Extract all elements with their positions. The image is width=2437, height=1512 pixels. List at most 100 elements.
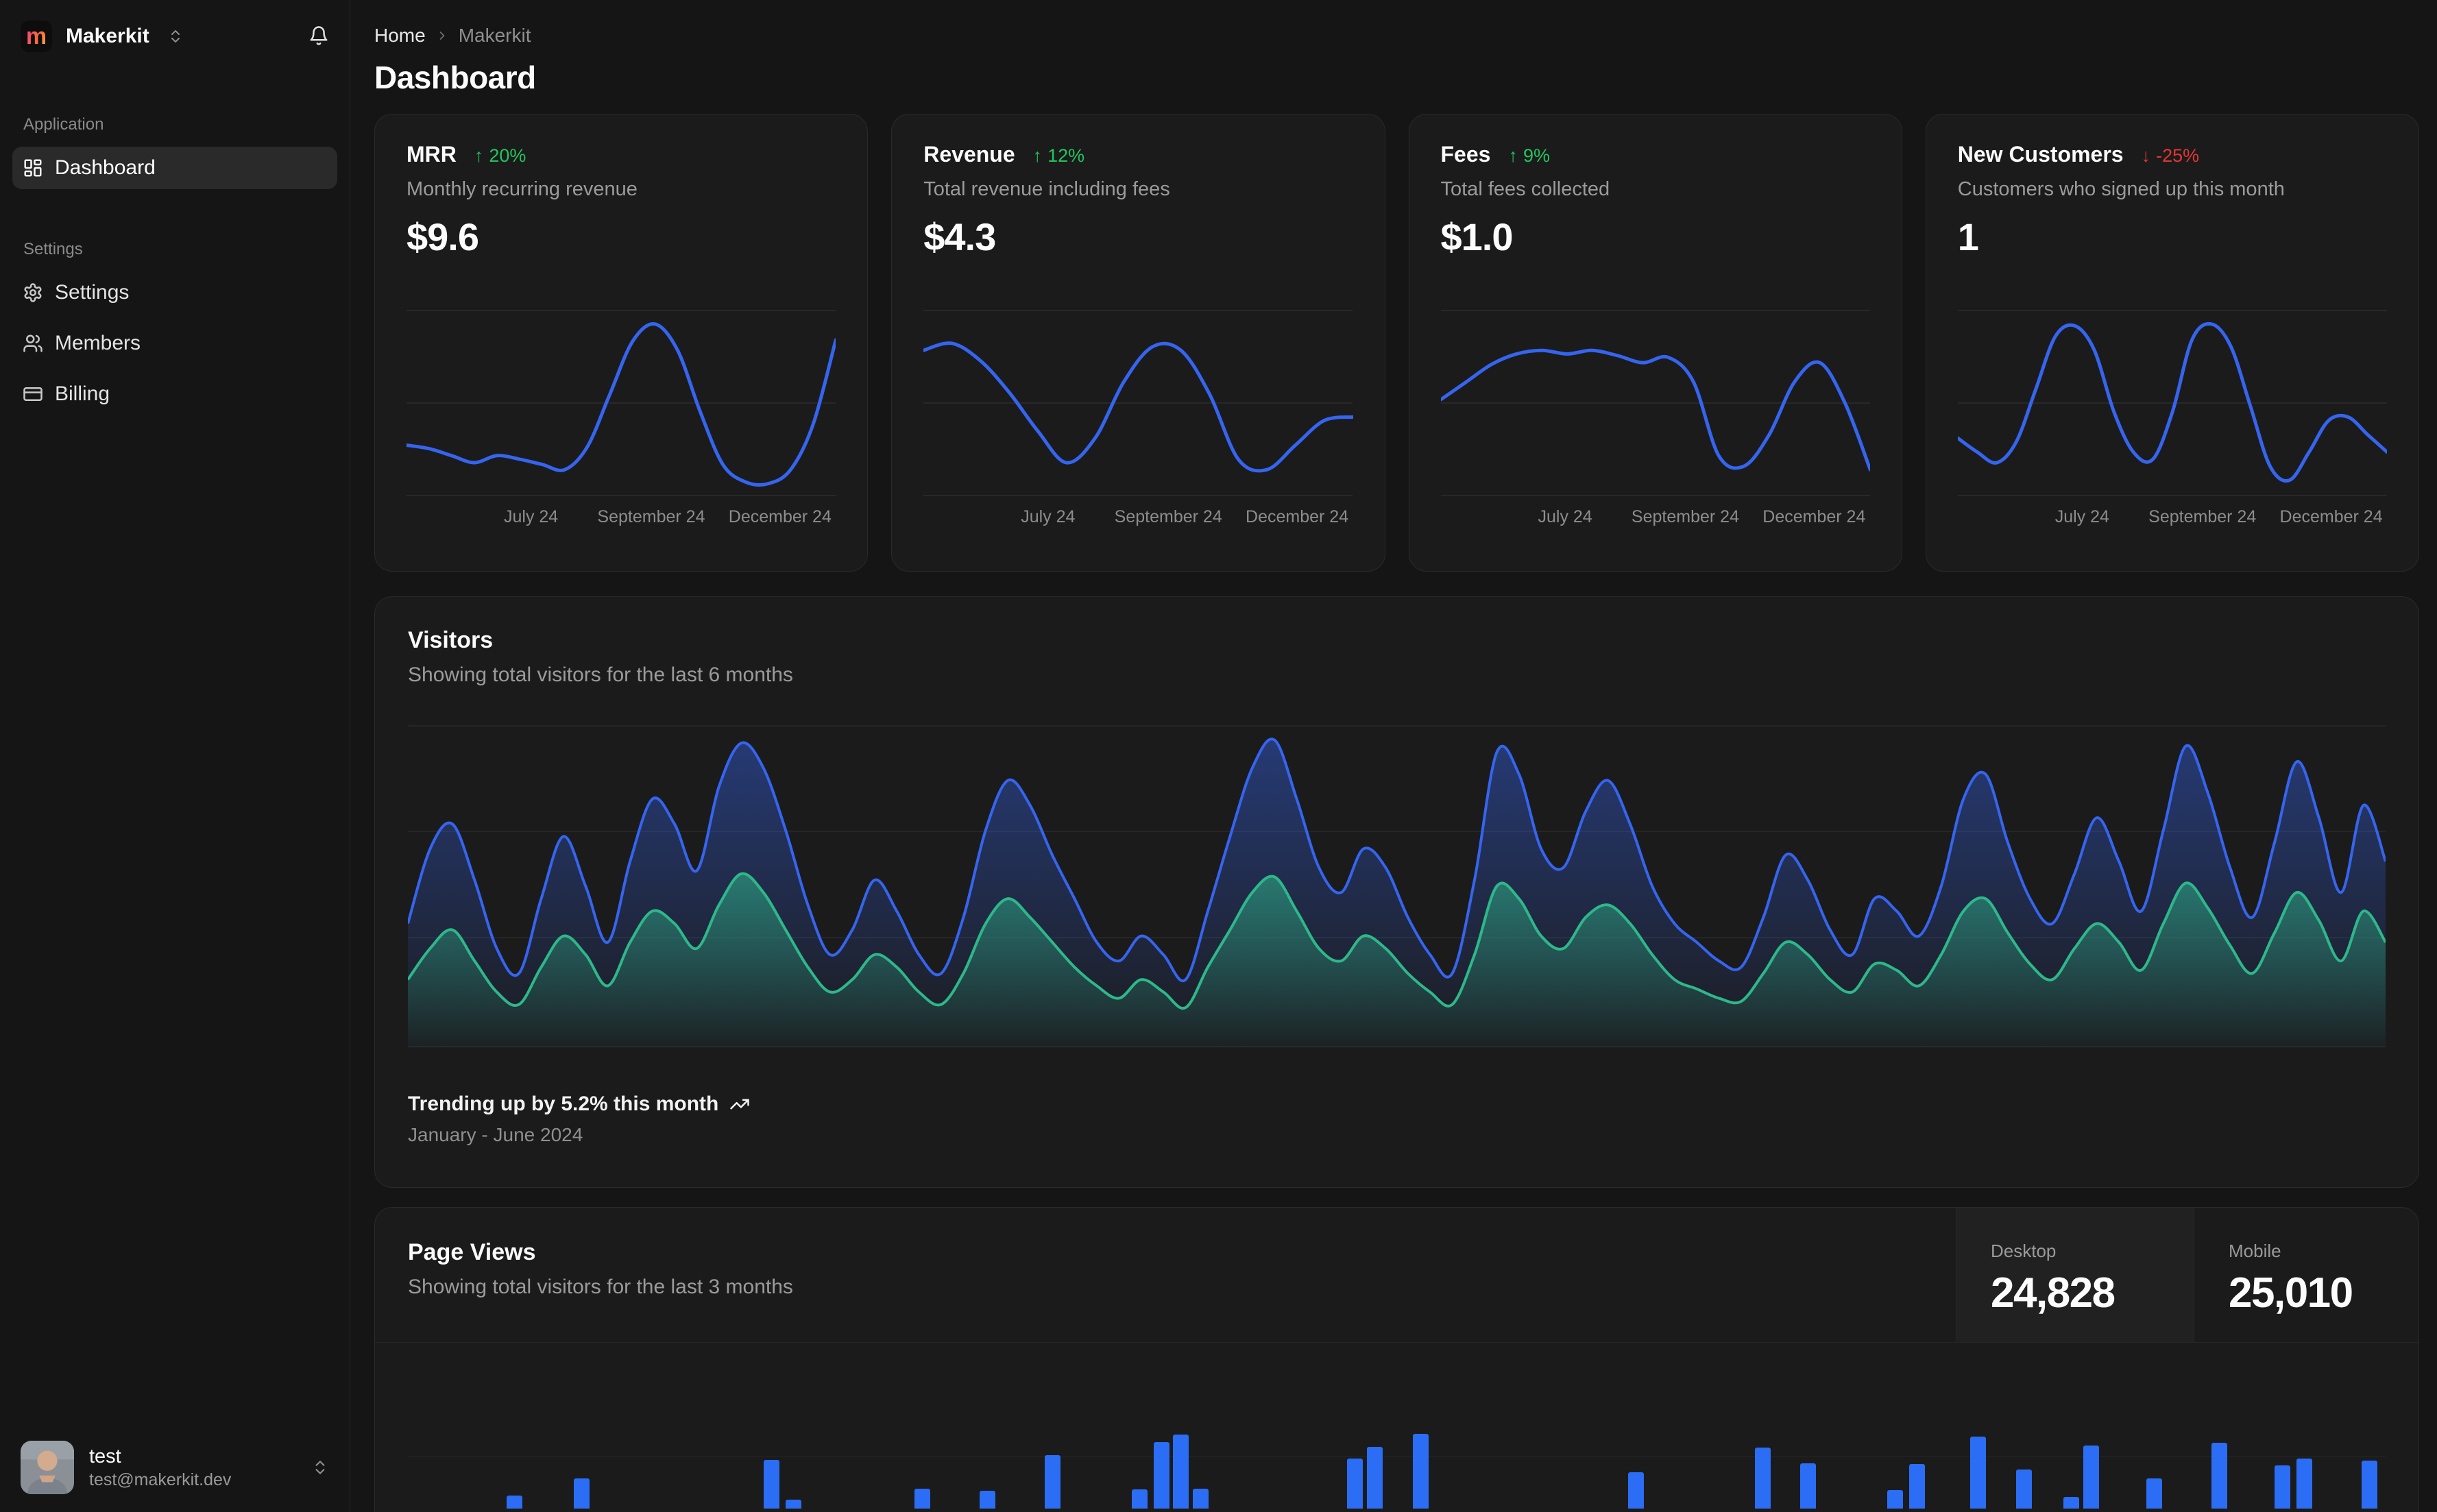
stat-card-fees: Fees ↑ 9% Total fees collected $1.0 July … [1408,114,1902,572]
visitors-title: Visitors [408,627,494,653]
nav-settings: Settings Members Billing [0,271,350,415]
bar [914,1489,930,1509]
trend-badge: ↑ 12% [1032,145,1085,166]
visitors-trend-text: Trending up by 5.2% this month [408,1093,719,1115]
sidebar-item-label: Dashboard [55,156,156,179]
stat-subtitle: Monthly recurring revenue [407,178,638,200]
team-switcher[interactable]: m Makerkit [21,21,308,52]
sidebar-item-label: Billing [55,382,110,405]
stat-subtitle: Total fees collected [1440,178,1610,200]
avatar [21,1441,74,1494]
page-views-header: Page Views Showing total visitors for th… [375,1208,2418,1343]
bar [1412,1434,1429,1509]
bar [1367,1447,1383,1509]
breadcrumb-home-link[interactable]: Home [374,25,426,47]
trend-badge: ↑ 9% [1508,145,1550,166]
sparkline-chart [407,310,836,496]
stat-card-mrr: MRR ↑ 20% Monthly recurring revenue $9.6 … [374,114,869,572]
visitors-subtitle: Showing total visitors for the last 6 mo… [408,663,793,686]
stat-card-new-customers: New Customers ↓ -25% Customers who signed… [1925,114,2419,572]
toggle-mobile[interactable]: Mobile 25,010 [2194,1208,2418,1342]
x-axis-labels: July 24 September 24 December 24 [1538,507,1866,526]
arrow-up-icon: ↑ [474,145,484,166]
notifications-button[interactable] [308,25,329,48]
bar [2083,1446,2099,1509]
arrow-down-icon: ↓ [2141,145,2151,166]
main-content: Home Makerkit Dashboard MRR ↑ 20% Monthly… [350,0,2437,1512]
sidebar-item-settings[interactable]: Settings [12,271,337,314]
bar [2296,1459,2313,1509]
team-name: Makerkit [66,25,149,47]
bar [1153,1442,1169,1509]
page-views-card: Page Views Showing total visitors for th… [374,1207,2419,1512]
stat-value: $1.0 [1440,215,1514,258]
bar [979,1491,995,1509]
stat-card-revenue: Revenue ↑ 12% Total revenue including fee… [891,114,1385,572]
page-views-bar-chart [408,1343,2386,1509]
arrow-up-icon: ↑ [1508,145,1518,166]
stat-value: $4.3 [923,215,996,258]
trending-up-icon [729,1094,750,1114]
trend-badge: ↑ 20% [474,145,526,166]
stat-title: Revenue [923,142,1015,167]
credit-card-icon [23,384,43,404]
bar [2362,1461,2378,1509]
app-logo: m [21,21,52,52]
sidebar-item-dashboard[interactable]: Dashboard [12,147,337,189]
bar [1887,1490,1903,1509]
bar [1044,1455,1060,1509]
logo-letter: m [25,23,47,49]
bar [1628,1472,1645,1509]
bar [1193,1489,1209,1509]
section-label-settings: Settings [23,240,83,258]
trend-badge: ↓ -25% [2141,145,2200,166]
stat-cards-row: MRR ↑ 20% Monthly recurring revenue $9.6 … [374,114,2419,572]
stat-title: New Customers [1957,142,2124,167]
sidebar-item-label: Members [55,332,141,354]
visitors-card: Visitors Showing total visitors for the … [374,596,2419,1188]
bar [1173,1435,1189,1509]
dashboard-icon [23,158,43,178]
bar [1908,1464,1925,1509]
section-label-application: Application [23,115,104,134]
bar [786,1500,802,1509]
bell-icon [310,25,328,45]
breadcrumb-current: Makerkit [458,25,531,46]
nav-application: Dashboard [0,147,350,189]
bar [1131,1489,1148,1509]
bar [1800,1463,1817,1509]
visitors-period: January - June 2024 [408,1124,583,1145]
user-menu[interactable]: test test@makerkit.dev [0,1423,350,1512]
sidebar-item-billing[interactable]: Billing [12,373,337,415]
stat-value: 1 [1957,215,1979,258]
toggle-desktop[interactable]: Desktop 24,828 [1956,1208,2194,1342]
stat-title: MRR [407,142,457,167]
bar [2275,1465,2291,1509]
page-views-title: Page Views [408,1239,536,1265]
page-views-subtitle: Showing total visitors for the last 3 mo… [408,1276,793,1298]
user-info: test test@makerkit.dev [89,1444,231,1491]
x-axis-labels: July 24 September 24 December 24 [504,507,832,526]
bar [574,1478,590,1509]
breadcrumb: Home Makerkit [374,25,2419,47]
gear-icon [23,282,43,303]
bar [507,1496,523,1509]
bar [2211,1443,2228,1509]
user-email: test@makerkit.dev [89,1470,232,1489]
sidebar-item-members[interactable]: Members [12,322,337,365]
sparkline-chart [1440,310,1870,496]
bar [764,1460,780,1509]
bar [2146,1478,2162,1509]
bar [2015,1470,2032,1509]
sidebar: m Makerkit Application Dashboard Setting… [0,0,350,1512]
bar [1970,1437,1987,1509]
stat-title: Fees [1440,142,1491,167]
visitors-footer: Trending up by 5.2% this month January -… [408,1093,2386,1146]
user-name: test [89,1445,121,1467]
stat-subtitle: Customers who signed up this month [1957,178,2285,200]
arrow-up-icon: ↑ [1032,145,1043,166]
sidebar-header: m Makerkit [0,0,350,52]
sidebar-item-label: Settings [55,281,130,304]
visitors-area-chart [408,725,2386,1047]
chevrons-up-down-icon [315,1461,325,1474]
